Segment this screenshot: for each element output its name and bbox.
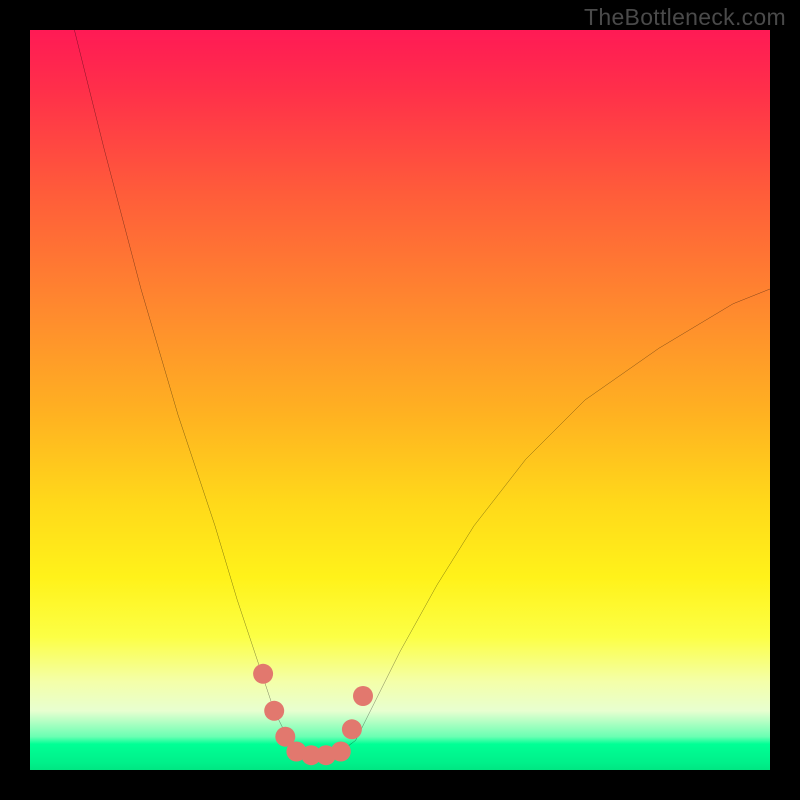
marker-point bbox=[264, 701, 284, 721]
bottleneck-curve bbox=[74, 30, 770, 755]
marker-point bbox=[331, 742, 351, 762]
marker-point bbox=[353, 686, 373, 706]
watermark-text: TheBottleneck.com bbox=[584, 4, 786, 31]
chart-frame: TheBottleneck.com bbox=[0, 0, 800, 800]
marker-point bbox=[253, 664, 273, 684]
marker-point bbox=[342, 719, 362, 739]
highlight-markers bbox=[253, 664, 373, 765]
plot-area bbox=[30, 30, 770, 770]
chart-svg bbox=[30, 30, 770, 770]
